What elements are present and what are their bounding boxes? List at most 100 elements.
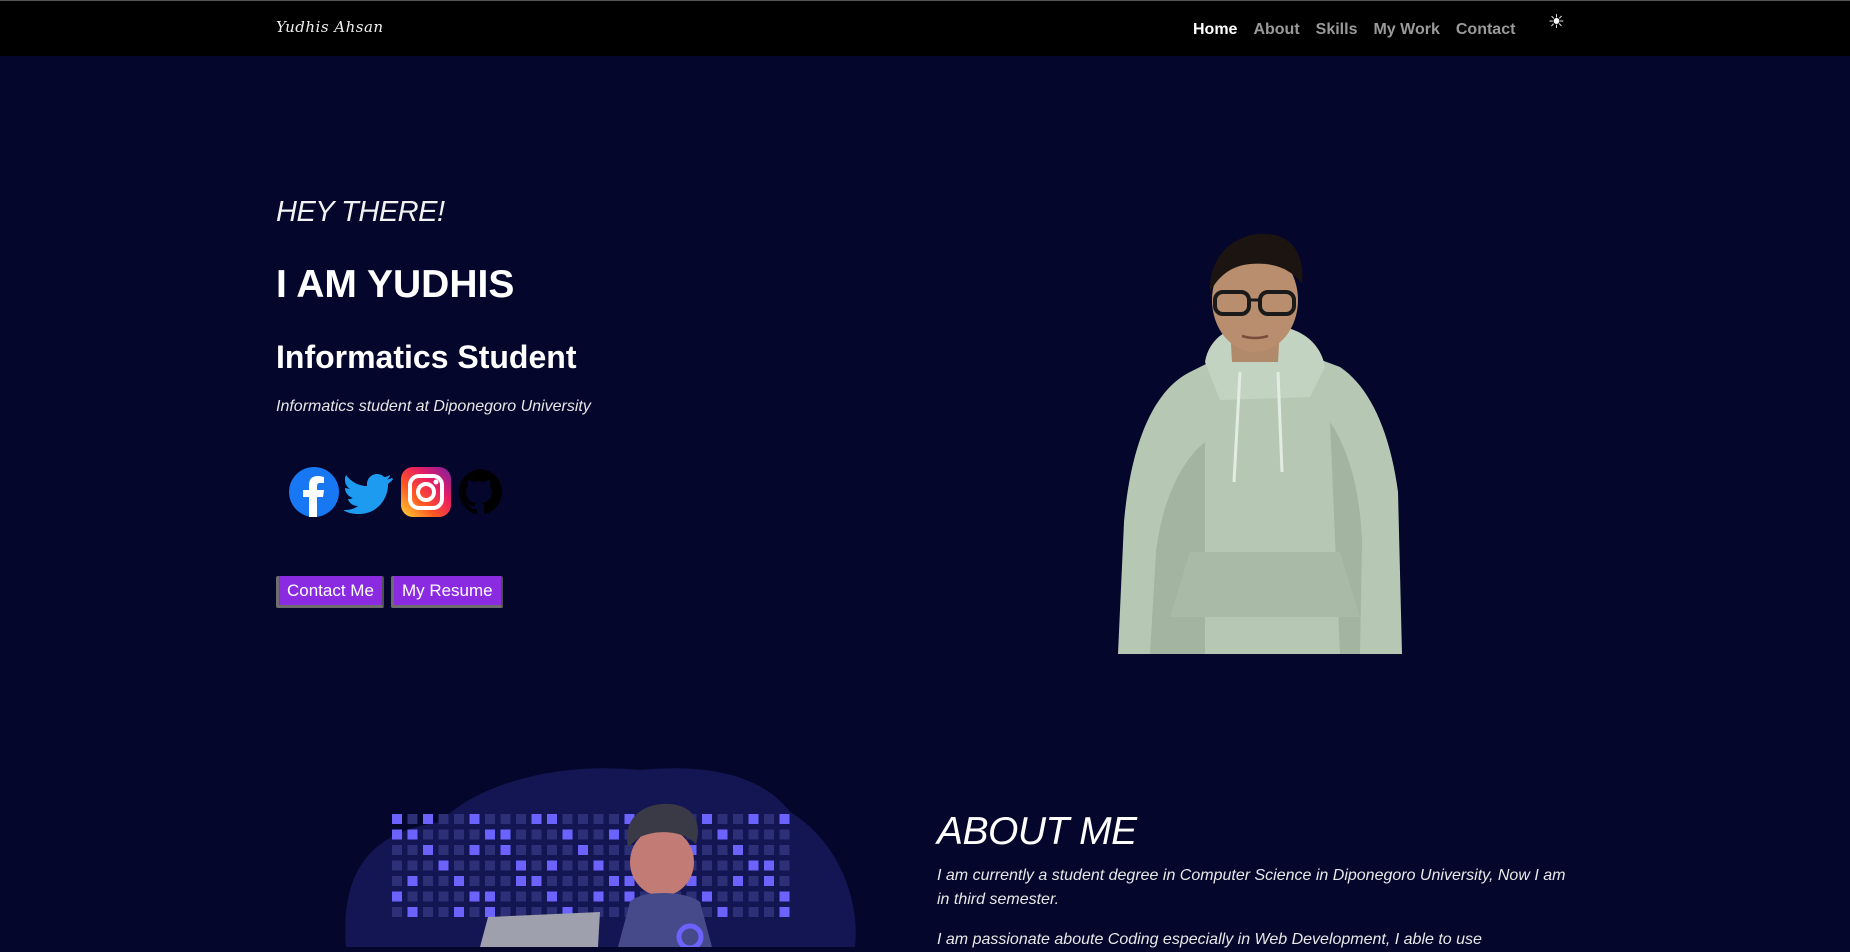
illustration-tile — [547, 860, 557, 871]
illustration-tile — [609, 845, 619, 855]
illustration-tile — [485, 845, 495, 855]
illustration-tile — [562, 814, 573, 824]
illustration-tile — [469, 876, 480, 886]
illustration-tile — [748, 891, 759, 902]
illustration-tile — [547, 891, 557, 902]
illustration-tile — [407, 814, 418, 824]
illustration-tile — [438, 814, 449, 824]
illustration-tile — [702, 891, 712, 902]
illustration-tile — [609, 876, 619, 886]
illustration-tile — [779, 876, 790, 886]
illustration-tile — [578, 829, 588, 840]
illustration-tile — [748, 876, 759, 886]
illustration-tile — [562, 876, 573, 886]
github-icon[interactable] — [456, 466, 508, 518]
nav-link-contact[interactable]: Contact — [1456, 21, 1516, 39]
illustration-tile — [454, 845, 464, 855]
illustration-tile — [733, 891, 743, 902]
nav-link-home[interactable]: Home — [1193, 21, 1237, 39]
social-links — [288, 466, 508, 518]
illustration-tile — [392, 845, 402, 855]
illustration-tile — [779, 829, 790, 840]
illustration-tile — [485, 860, 495, 871]
facebook-icon[interactable] — [288, 466, 340, 518]
illustration-tile — [423, 860, 433, 871]
illustration-tile — [485, 891, 495, 902]
illustration-tile — [500, 907, 511, 917]
illustration-tile — [500, 845, 511, 855]
illustration-tile — [454, 860, 464, 871]
navbar: Yudhis Ahsan Home About Skills My Work C… — [0, 0, 1850, 56]
illustration-tile — [609, 907, 619, 917]
illustration-tile — [438, 860, 449, 871]
illustration-tile — [547, 876, 557, 886]
illustration-tile — [500, 876, 511, 886]
illustration-tile — [454, 907, 464, 917]
illustration-tile — [407, 845, 418, 855]
hero-name: I AM YUDHIS — [276, 263, 515, 306]
illustration-tile — [438, 845, 449, 855]
hero-greeting: HEY THERE! — [276, 196, 445, 228]
my-resume-button[interactable]: My Resume — [390, 576, 503, 608]
instagram-icon[interactable] — [400, 466, 452, 518]
illustration-tile — [702, 845, 712, 855]
illustration-tile — [516, 845, 526, 855]
illustration-tile — [423, 814, 433, 824]
illustration-tile — [454, 891, 464, 902]
illustration-tile — [469, 907, 480, 917]
illustration-tile — [547, 845, 557, 855]
illustration-tile — [733, 860, 743, 871]
profile-photo — [1118, 233, 1402, 654]
illustration-tile — [702, 829, 712, 840]
illustration-tile — [438, 891, 449, 902]
illustration-tile — [593, 829, 604, 840]
nav-link-skills[interactable]: Skills — [1316, 21, 1358, 39]
illustration-tile — [438, 829, 449, 840]
illustration-tile — [407, 876, 418, 886]
illustration-tile — [500, 860, 511, 871]
illustration-tile — [764, 814, 774, 824]
illustration-tile — [516, 829, 526, 840]
illustration-tile — [547, 829, 557, 840]
illustration-tile — [500, 814, 511, 824]
illustration-tile — [593, 876, 604, 886]
contact-me-button[interactable]: Contact Me — [276, 576, 384, 608]
illustration-tile — [764, 845, 774, 855]
illustration-tile — [423, 845, 433, 855]
illustration-tile — [717, 891, 728, 902]
theme-toggle-sun-icon[interactable]: ☀ — [1548, 13, 1565, 32]
illustration-tile — [779, 860, 790, 871]
illustration-tile — [717, 876, 728, 886]
illustration-tile — [454, 829, 464, 840]
twitter-icon[interactable] — [344, 466, 396, 518]
illustration-tile — [392, 829, 402, 840]
illustration-tile — [748, 814, 759, 824]
illustration-tile — [748, 845, 759, 855]
illustration-tile — [764, 876, 774, 886]
illustration-tile — [702, 876, 712, 886]
illustration-tile — [562, 860, 573, 871]
illustration-tile — [500, 891, 511, 902]
nav-links: Home About Skills My Work Contact — [1193, 21, 1515, 39]
illustration-tile — [562, 845, 573, 855]
illustration-tile — [392, 876, 402, 886]
nav-link-my-work[interactable]: My Work — [1373, 21, 1439, 39]
illustration-tile — [764, 907, 774, 917]
illustration-tile — [609, 829, 619, 840]
illustration-tile — [578, 814, 588, 824]
illustration-tile — [469, 829, 480, 840]
illustration-tile — [392, 860, 402, 871]
hero-buttons: Contact Me My Resume — [276, 576, 503, 608]
illustration-tile — [438, 907, 449, 917]
illustration-tile — [500, 829, 511, 840]
illustration-tile — [779, 845, 790, 855]
illustration-tile — [407, 907, 418, 917]
illustration-tile — [593, 860, 604, 871]
nav-link-about[interactable]: About — [1253, 21, 1299, 39]
illustration-tile — [733, 845, 743, 855]
brand-logo[interactable]: Yudhis Ahsan — [276, 18, 384, 36]
about-title: ABOUT ME — [937, 810, 1137, 853]
illustration-tile — [423, 876, 433, 886]
illustration-tile — [593, 891, 604, 902]
illustration-tile — [702, 814, 712, 824]
